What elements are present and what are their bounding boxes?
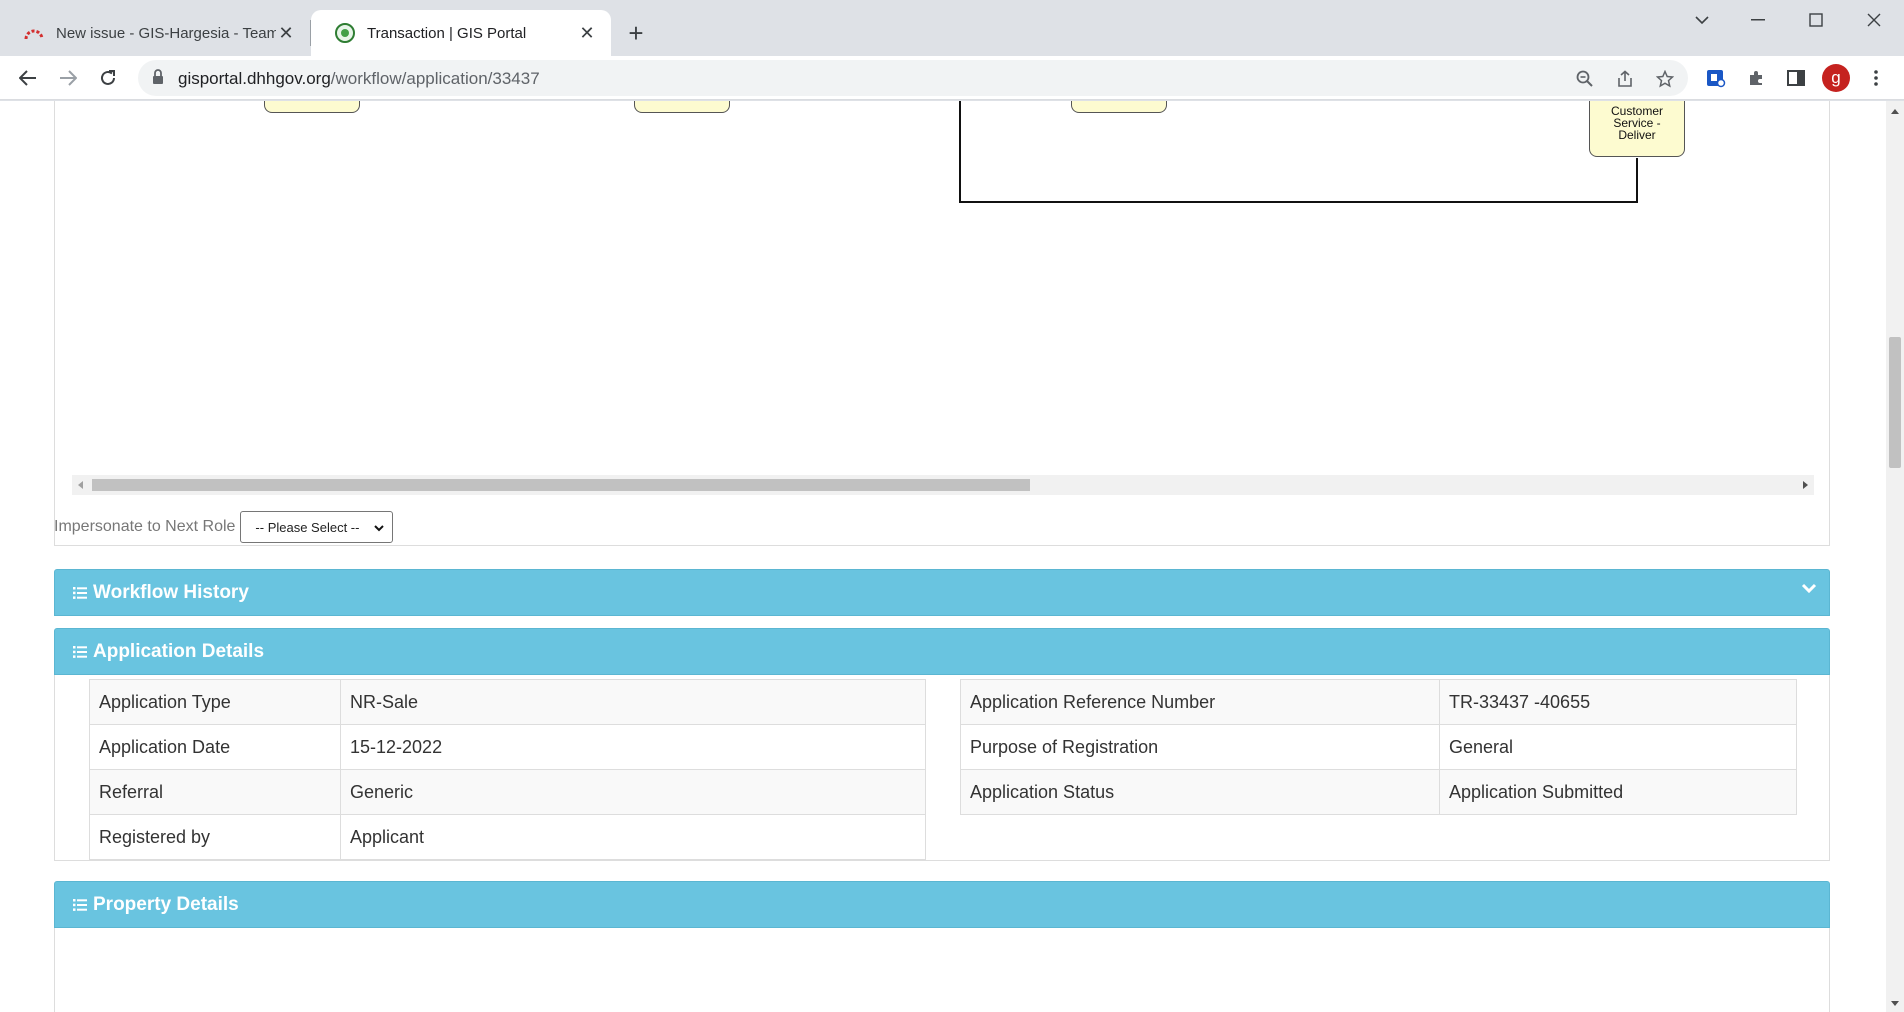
- select-value: -- Please Select --: [255, 519, 360, 535]
- scroll-left-icon[interactable]: [78, 481, 83, 489]
- diagram-connectors: [959, 101, 1638, 203]
- detail-value: NR-Sale: [340, 679, 926, 725]
- list-icon: [73, 645, 87, 658]
- minimize-icon[interactable]: [1736, 6, 1780, 34]
- chevron-down-icon[interactable]: [1801, 582, 1817, 600]
- detail-value: Application Submitted: [1439, 769, 1797, 815]
- new-tab-icon[interactable]: +: [620, 18, 652, 50]
- impersonate-row: Impersonate to Next Role -- Please Selec…: [54, 511, 394, 543]
- url-text: gisportal.dhhgov.org/workflow/applicatio…: [178, 69, 540, 89]
- table-row: Application Date 15-12-2022: [89, 724, 926, 770]
- extension-shield-icon[interactable]: [1704, 66, 1728, 90]
- side-panel-icon[interactable]: [1784, 66, 1808, 90]
- detail-label: Registered by: [89, 814, 341, 860]
- extensions-puzzle-icon[interactable]: [1744, 66, 1768, 90]
- url-host: gisportal.dhhgov.org: [178, 69, 331, 88]
- detail-label: Application Type: [89, 679, 341, 725]
- application-details-body: Application Type NR-Sale Application Dat…: [54, 675, 1830, 861]
- zoom-icon[interactable]: [1574, 68, 1596, 90]
- property-details-header[interactable]: Property Details: [54, 881, 1830, 928]
- detail-label: Application Status: [960, 769, 1440, 815]
- panel-title: Application Details: [93, 640, 265, 662]
- tab-transaction[interactable]: Transaction | GIS Portal ✕: [311, 10, 611, 56]
- menu-kebab-icon[interactable]: [1864, 66, 1888, 90]
- profile-avatar[interactable]: g: [1822, 64, 1850, 92]
- tab-title: New issue - GIS-Hargesia - Team: [56, 24, 276, 42]
- tab-new-issue[interactable]: New issue - GIS-Hargesia - Team ✕: [0, 10, 310, 56]
- bookmark-star-icon[interactable]: [1654, 68, 1676, 90]
- back-icon[interactable]: [12, 62, 44, 94]
- table-row: Registered by Applicant: [89, 814, 926, 860]
- detail-label: Application Date: [89, 724, 341, 770]
- table-row: Application Reference Number TR-33437 -4…: [960, 679, 1797, 725]
- workflow-node[interactable]: [1071, 101, 1167, 113]
- reload-icon[interactable]: [92, 62, 124, 94]
- application-details-right-table: Application Reference Number TR-33437 -4…: [960, 679, 1797, 815]
- tab-title: Transaction | GIS Portal: [367, 24, 527, 42]
- list-icon: [73, 586, 87, 599]
- panel-title: Workflow History: [93, 581, 249, 603]
- scroll-right-icon[interactable]: [1803, 481, 1808, 489]
- share-icon[interactable]: [1614, 68, 1636, 90]
- application-details-header[interactable]: Application Details: [54, 628, 1830, 675]
- table-row: Application Status Application Submitted: [960, 769, 1797, 815]
- workflow-diagram: Customer Service - Deliver: [54, 101, 1830, 481]
- detail-label: Application Reference Number: [960, 679, 1440, 725]
- detail-value: Applicant: [340, 814, 926, 860]
- workflow-history-header[interactable]: Workflow History: [54, 569, 1830, 616]
- table-row: Purpose of Registration General: [960, 724, 1797, 770]
- close-icon[interactable]: ✕: [276, 23, 296, 43]
- lock-icon[interactable]: [152, 69, 164, 90]
- detail-value: General: [1439, 724, 1797, 770]
- scroll-down-icon[interactable]: [1891, 1001, 1899, 1006]
- detail-value: Generic: [340, 769, 926, 815]
- window-close-icon[interactable]: [1852, 6, 1896, 34]
- workflow-node[interactable]: [264, 101, 360, 113]
- diagram-horizontal-scrollbar[interactable]: [72, 475, 1814, 495]
- url-path: /workflow/application/33437: [330, 69, 540, 88]
- table-row: Application Type NR-Sale: [89, 679, 926, 725]
- panel-title: Property Details: [93, 893, 239, 915]
- teamwork-icon: [24, 23, 44, 43]
- tab-strip: New issue - GIS-Hargesia - Team ✕ Transa…: [0, 0, 1904, 56]
- detail-label: Referral: [89, 769, 341, 815]
- browser-toolbar: gisportal.dhhgov.org/workflow/applicatio…: [0, 56, 1904, 100]
- impersonate-role-select[interactable]: -- Please Select --: [240, 511, 394, 543]
- tab-search-icon[interactable]: [1680, 6, 1724, 34]
- detail-value: 15-12-2022: [340, 724, 926, 770]
- workflow-node[interactable]: [634, 101, 730, 113]
- maximize-icon[interactable]: [1794, 6, 1838, 34]
- workflow-node-customer-service[interactable]: Customer Service - Deliver: [1589, 101, 1685, 157]
- close-icon[interactable]: ✕: [577, 23, 597, 43]
- impersonate-label: Impersonate to Next Role: [54, 518, 236, 535]
- page-viewport: Customer Service - Deliver Impersonate t…: [0, 101, 1904, 1012]
- forward-icon[interactable]: [52, 62, 84, 94]
- scrollbar-thumb[interactable]: [1889, 337, 1901, 468]
- chevron-down-icon: [374, 520, 385, 535]
- address-bar[interactable]: gisportal.dhhgov.org/workflow/applicatio…: [138, 60, 1688, 96]
- scroll-up-icon[interactable]: [1891, 109, 1899, 114]
- scrollbar-thumb[interactable]: [92, 479, 1030, 491]
- property-details-body: [54, 928, 1830, 1012]
- list-icon: [73, 898, 87, 911]
- table-row: Referral Generic: [89, 769, 926, 815]
- node-label: Customer Service - Deliver: [1610, 104, 1663, 142]
- detail-value: TR-33437 -40655: [1439, 679, 1797, 725]
- application-details-left-table: Application Type NR-Sale Application Dat…: [89, 679, 926, 860]
- portal-logo-icon: [335, 23, 355, 43]
- detail-label: Purpose of Registration: [960, 724, 1440, 770]
- page-vertical-scrollbar[interactable]: [1886, 101, 1904, 1012]
